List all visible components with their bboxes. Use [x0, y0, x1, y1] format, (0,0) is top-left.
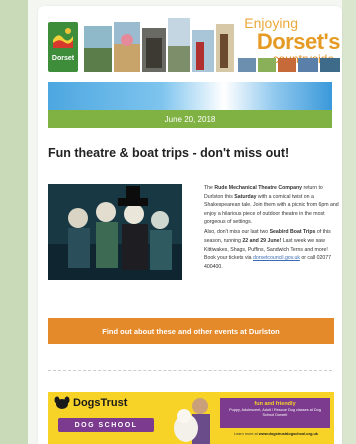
ad-box-heading: fun and friendly — [254, 401, 296, 407]
booking-link[interactable]: dorsetcouncil.gov.uk — [253, 255, 300, 261]
article-paragraph-2: Also, don't miss our last two Seabird Bo… — [204, 229, 332, 270]
newsletter-email: Dorset Enjoying Dorset's coun — [38, 6, 342, 444]
dog-and-person-photo — [166, 392, 218, 444]
landscape-logo-icon — [53, 28, 73, 48]
ad-info-box: fun and friendly Puppy, Adolescent, Adul… — [220, 398, 330, 428]
sky-banner — [48, 82, 332, 110]
dogs-trust-name: DogsTrust — [73, 397, 128, 409]
title-dorsets: Dorset's — [256, 29, 341, 54]
ad-box-subtext: Puppy, Adolescent, Adult / Rescue Dog cl… — [229, 408, 321, 417]
dogs-trust-advert[interactable]: DogsTrust DOG SCHOOL fun and friendly Pu… — [48, 392, 334, 444]
left-frame-strip — [0, 0, 28, 444]
newsletter-header: Dorset Enjoying Dorset's coun — [38, 6, 342, 78]
issue-date-bar: June 20, 2018 — [48, 110, 332, 128]
section-divider — [48, 370, 332, 371]
article-body: The Rude Mechanical Theatre Company retu… — [204, 184, 340, 273]
header-photo-collage — [84, 18, 234, 74]
find-events-button[interactable]: Find out about these and other events at… — [48, 318, 334, 344]
article-paragraph-1: The Rude Mechanical Theatre Company retu… — [204, 185, 339, 226]
dog-school-badge: DOG SCHOOL — [58, 418, 154, 432]
article-headline: Fun theatre & boat trips - don't miss ou… — [48, 146, 290, 160]
right-frame-strip — [342, 0, 356, 444]
dogs-trust-brand: DogsTrust — [54, 396, 127, 410]
ad-url-line: Learn more at www.dogstrustdogschool.org… — [234, 432, 318, 436]
theatre-hero-image — [48, 184, 182, 280]
dorset-logo[interactable]: Dorset — [48, 22, 78, 72]
ad-url-link[interactable]: www.dogstrustdogschool.org.uk — [259, 432, 318, 436]
logo-label: Dorset — [51, 55, 75, 62]
dog-logo-icon — [54, 396, 70, 409]
header-thumbnail-strip — [238, 58, 340, 72]
